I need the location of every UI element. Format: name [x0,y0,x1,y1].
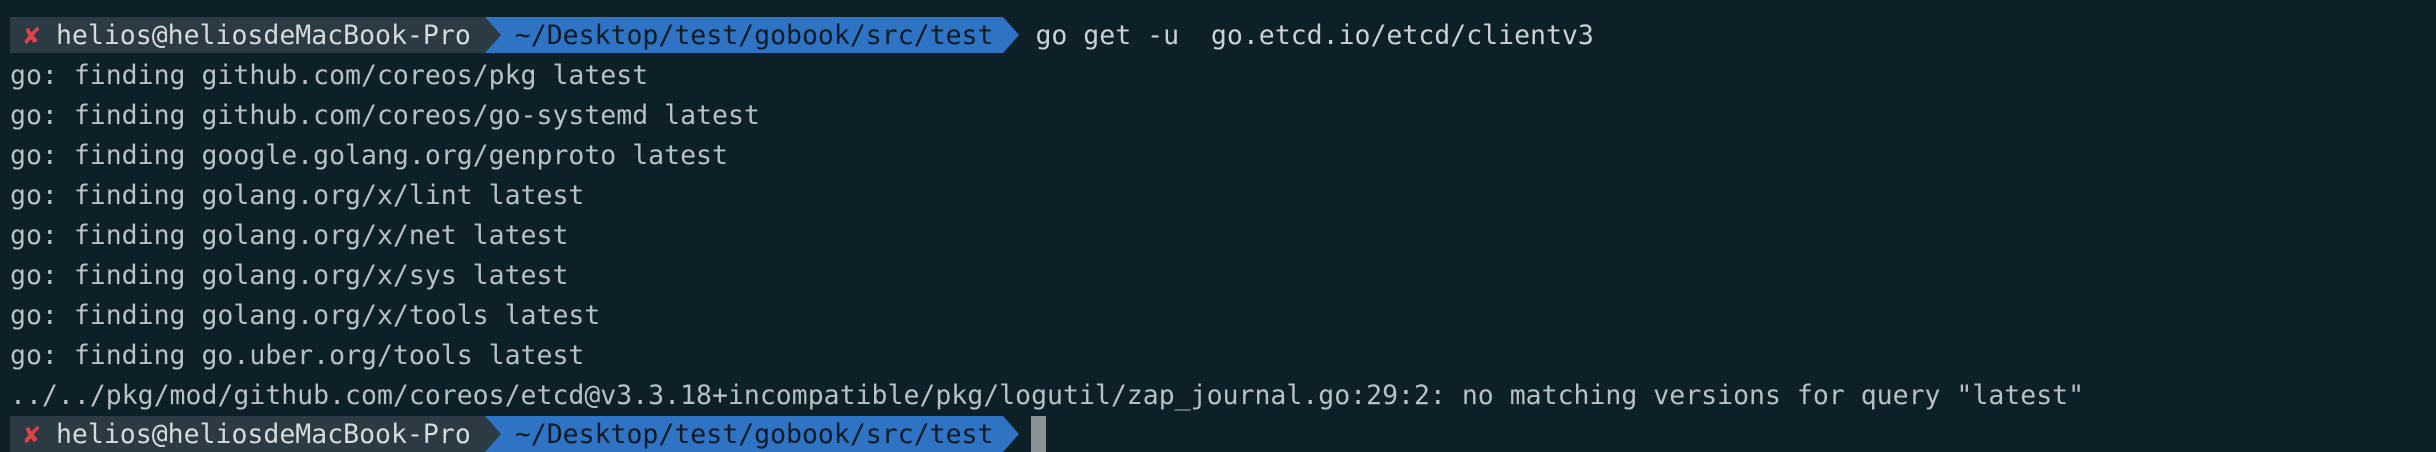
prompt-line-2: ✘ helios@heliosdeMacBook-Pro ~/Desktop/t… [10,416,1047,452]
output-line: go: finding golang.org/x/tools latest [10,300,601,331]
user-host: helios@heliosdeMacBook-Pro [55,418,471,450]
command-text: go get -u go.etcd.io/etcd/clientv3 [1035,19,1594,51]
terminal-window[interactable]: ~ ✘ helios@heliosdeMacBook-Pro ~/Desktop… [0,0,2436,452]
prompt-directory-segment: ~/Desktop/test/gobook/src/test [500,416,1004,452]
error-status-icon: ✘ [24,19,40,51]
prompt-directory-segment: ~/Desktop/test/gobook/src/test [500,17,1004,53]
error-status-icon: ✘ [24,418,40,450]
prompt-user-segment: ✘ helios@heliosdeMacBook-Pro [10,17,485,53]
output-line: go: finding github.com/coreos/go-systemd… [10,100,760,131]
output-line: go: finding go.uber.org/tools latest [10,340,585,371]
current-directory: ~/Desktop/test/gobook/src/test [514,19,994,51]
user-host: helios@heliosdeMacBook-Pro [55,19,471,51]
output-line: go: finding golang.org/x/sys latest [10,260,569,291]
prompt-line-1: ✘ helios@heliosdeMacBook-Pro ~/Desktop/t… [10,17,1594,53]
output-line: go: finding github.com/coreos/pkg latest [10,60,649,91]
output-line: go: finding golang.org/x/lint latest [10,180,585,211]
previous-output-fragment: ~ [28,0,44,6]
powerline-arrow-icon [1003,416,1020,452]
current-directory: ~/Desktop/test/gobook/src/test [514,418,994,450]
powerline-arrow-icon [1003,17,1020,53]
output-line: go: finding golang.org/x/net latest [10,220,569,251]
prompt-user-segment: ✘ helios@heliosdeMacBook-Pro [10,416,485,452]
powerline-separator-icon [484,416,501,452]
error-output-line: ../../pkg/mod/github.com/coreos/etcd@v3.… [10,380,2085,411]
powerline-separator-icon [484,17,501,53]
output-line: go: finding google.golang.org/genproto l… [10,140,728,171]
text-cursor[interactable] [1031,416,1047,452]
